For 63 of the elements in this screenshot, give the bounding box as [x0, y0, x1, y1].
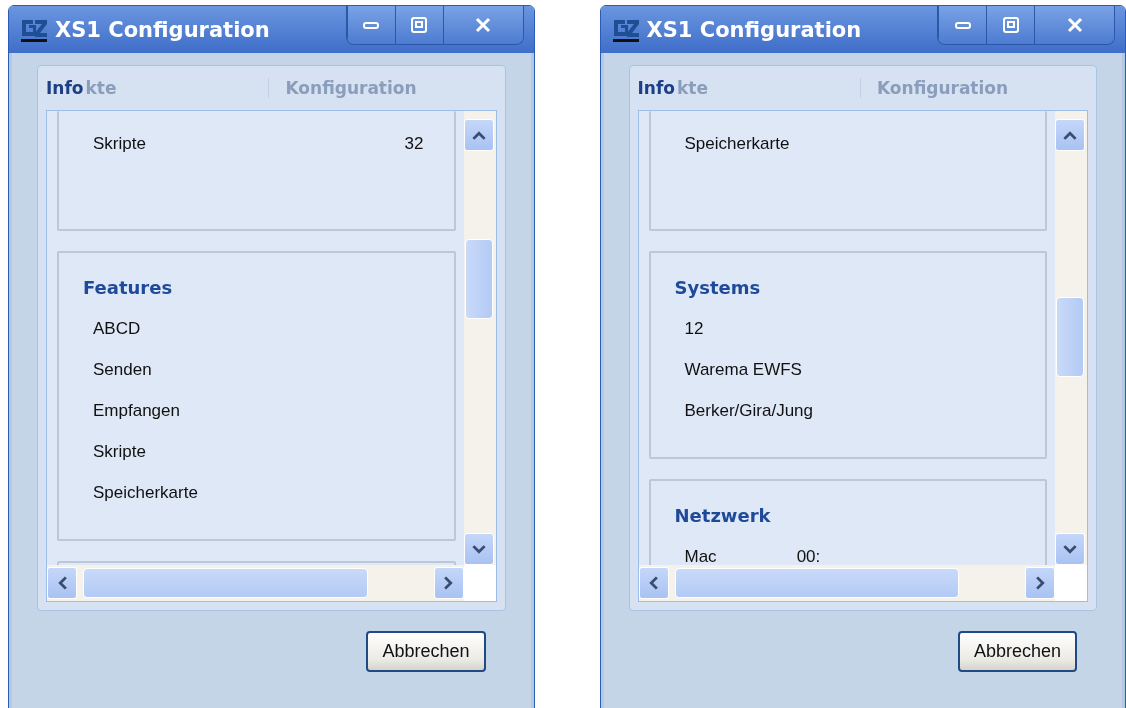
info-value: 00:: [796, 546, 821, 565]
scroll-thumb[interactable]: [83, 568, 368, 598]
minimize-icon: [954, 21, 971, 29]
vertical-scrollbar[interactable]: [1055, 111, 1087, 565]
minimize-icon: [363, 21, 379, 29]
tab[interactable]: kte: [675, 78, 710, 98]
chevron-left-icon: [649, 576, 658, 590]
chevron-down-icon: [471, 544, 486, 554]
horizontal-scrollbar[interactable]: [638, 565, 1055, 601]
scroll-up-button[interactable]: [463, 119, 494, 151]
panel-title: Info: [46, 78, 84, 98]
cancel-button[interactable]: Abbrechen: [366, 631, 486, 672]
tab[interactable]: Konfiguration: [268, 78, 419, 98]
info-value: 32: [404, 133, 424, 154]
scrollbar-corner: [1055, 565, 1087, 601]
chevron-right-icon: [1035, 576, 1045, 590]
tab[interactable]: kte: [83, 78, 119, 98]
info-label: Empfangen: [93, 400, 180, 421]
minimize-button[interactable]: [938, 6, 986, 44]
info-label: Warema EWFS: [684, 359, 802, 380]
info-label: Speicherkarte: [93, 482, 198, 503]
close-button[interactable]: [442, 6, 523, 44]
scroll-thumb[interactable]: [464, 239, 493, 319]
panel-title: Info: [637, 78, 675, 98]
scroll-down-button[interactable]: [463, 533, 494, 565]
info-label: Senden: [93, 359, 152, 380]
scroll-up-button[interactable]: [1055, 119, 1085, 151]
minimize-button[interactable]: [346, 6, 395, 44]
window-title: XS1 Configuration: [646, 17, 862, 42]
scroll-thumb[interactable]: [1056, 297, 1084, 377]
scroll-down-button[interactable]: [1055, 533, 1085, 565]
horizontal-scrollbar[interactable]: [47, 565, 464, 601]
maximize-button[interactable]: [986, 6, 1034, 44]
info-label: 12: [684, 318, 704, 339]
tab[interactable]: Konfiguration: [860, 78, 1011, 98]
window-title: XS1 Configuration: [55, 17, 270, 42]
info-label: Skripte: [93, 441, 146, 462]
vertical-scrollbar[interactable]: [463, 111, 496, 565]
chevron-left-icon: [57, 576, 67, 590]
maximize-icon: [409, 15, 429, 35]
chevron-down-icon: [1063, 544, 1077, 554]
close-button[interactable]: [1034, 6, 1114, 44]
info-label: Skripte: [93, 133, 146, 154]
group-title: Systems: [674, 277, 762, 298]
chevron-up-icon: [1063, 130, 1077, 140]
info-label: Mac: [684, 546, 717, 565]
scroll-left-button[interactable]: [638, 567, 669, 599]
scroll-left-button[interactable]: [47, 567, 77, 599]
info-label: Speicherkarte: [684, 133, 790, 154]
scroll-right-button[interactable]: [1025, 567, 1055, 599]
chevron-right-icon: [444, 576, 453, 590]
group-title: Netzwerk: [674, 505, 772, 526]
scrollbar-corner: [463, 565, 496, 601]
maximize-icon: [1000, 15, 1021, 35]
chevron-up-icon: [471, 130, 486, 140]
cancel-button[interactable]: Abbrechen: [957, 631, 1077, 672]
info-label: Berker/Gira/Jung: [684, 400, 813, 421]
scroll-right-button[interactable]: [433, 567, 464, 599]
close-icon: [473, 15, 493, 35]
info-label: ABCD: [93, 318, 141, 339]
maximize-button[interactable]: [394, 6, 443, 44]
scroll-thumb[interactable]: [674, 568, 959, 598]
group-title: Features: [83, 277, 174, 298]
